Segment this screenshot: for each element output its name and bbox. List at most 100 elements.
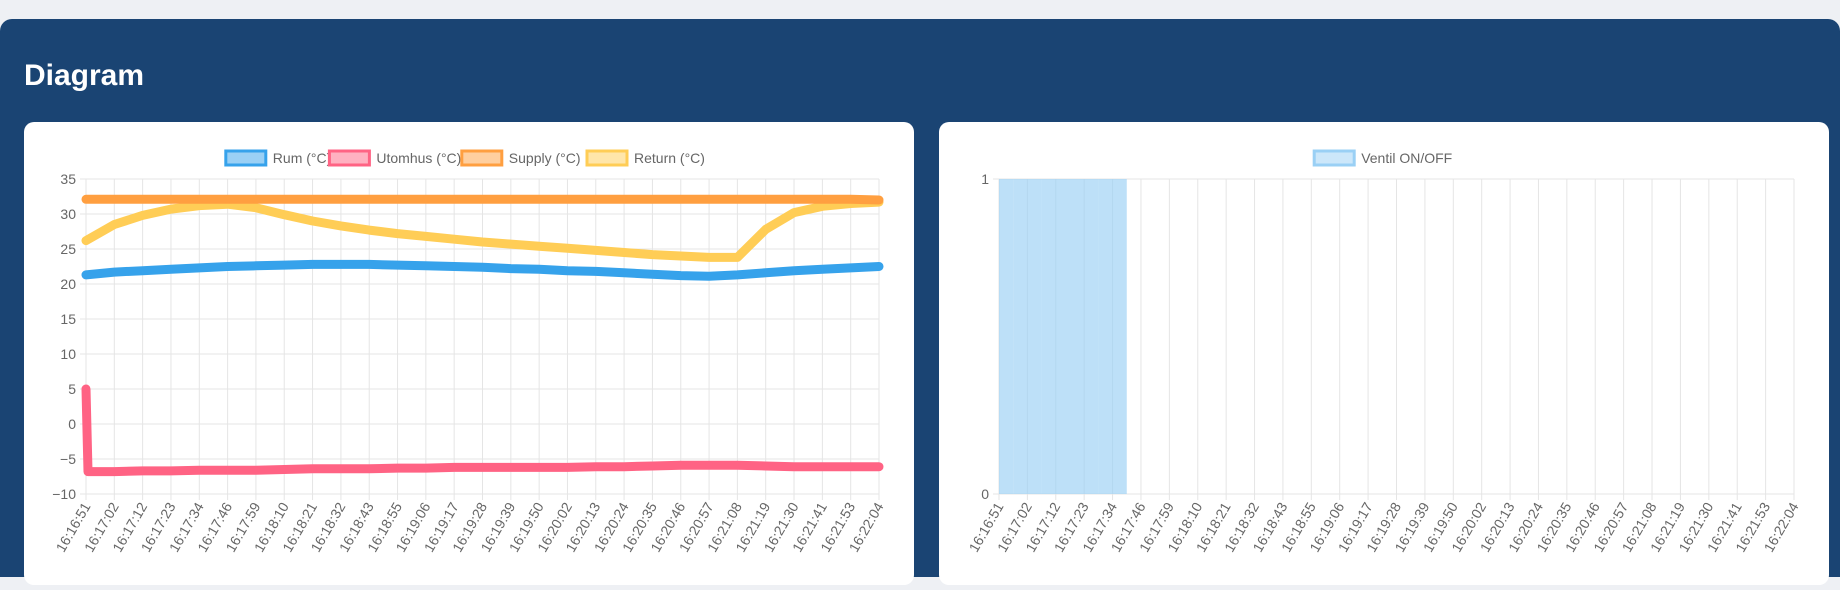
point-rum-c bbox=[875, 262, 883, 271]
y-tick-label: 15 bbox=[60, 311, 76, 327]
legend-label-ventil-on-off[interactable]: Ventil ON/OFF bbox=[1361, 150, 1452, 166]
point-rum-c bbox=[450, 262, 459, 271]
point-rum-c bbox=[733, 270, 742, 279]
point-rum-c bbox=[478, 263, 487, 272]
bar-ventil bbox=[1069, 179, 1099, 494]
point-utomhus-c bbox=[166, 466, 175, 475]
point-utomhus-c bbox=[365, 464, 374, 473]
legend-swatch-utomhus-c[interactable] bbox=[327, 149, 371, 167]
legend-label-utomhus-c[interactable]: Utomhus (°C) bbox=[376, 150, 461, 166]
point-utomhus-c bbox=[818, 462, 827, 471]
y-tick-label: 20 bbox=[60, 276, 76, 292]
point-rum-c bbox=[563, 266, 572, 275]
y-tick-label: −5 bbox=[60, 451, 76, 467]
temperature-chart-card: Rum (°C) Utomhus (°C) Supply (°C) Return (°… bbox=[24, 122, 914, 585]
point-supply-c bbox=[676, 195, 685, 204]
valve-chart-card: Ventil ON/OFF 1 0 16:16:51 16:17:02 16:17:12 1… bbox=[939, 122, 1829, 585]
point-utomhus-c bbox=[591, 462, 600, 471]
bar-ventil bbox=[1098, 179, 1127, 494]
bar-ventil bbox=[1041, 179, 1070, 494]
y-tick-label: 30 bbox=[60, 206, 76, 222]
point-rum-c bbox=[280, 261, 289, 270]
point-utomhus-c bbox=[421, 464, 430, 473]
point-utomhus-c bbox=[846, 462, 855, 471]
point-utomhus-c bbox=[478, 463, 487, 472]
panel-title: Diagram bbox=[24, 59, 145, 92]
point-return-c bbox=[620, 248, 629, 257]
diagram-panel: Diagram Rum (°C) Utomhus (°C) Supply (°C) R… bbox=[0, 19, 1840, 585]
y-tick-label: 35 bbox=[60, 171, 76, 187]
point-supply-c bbox=[506, 195, 515, 204]
point-utomhus-c bbox=[393, 464, 402, 473]
point-return-c bbox=[676, 252, 685, 260]
point-return-c bbox=[110, 220, 119, 229]
point-return-c bbox=[365, 226, 374, 235]
point-utomhus-c bbox=[506, 463, 515, 472]
point-utomhus-c bbox=[280, 465, 289, 474]
legend-label-supply-c[interactable]: Supply (°C) bbox=[509, 150, 581, 166]
point-utomhus-c bbox=[251, 466, 260, 475]
point-rum-c bbox=[676, 271, 685, 280]
point-supply-c bbox=[733, 195, 742, 204]
point-supply-c bbox=[166, 195, 175, 204]
point-utomhus-c bbox=[336, 464, 345, 473]
point-return-c bbox=[280, 210, 289, 219]
point-rum-c bbox=[648, 270, 657, 279]
point-utomhus-c bbox=[563, 463, 572, 472]
point-return-c bbox=[308, 217, 317, 225]
point-rum-c bbox=[846, 263, 855, 272]
point-rum-c bbox=[620, 268, 629, 277]
point-supply-c bbox=[365, 195, 374, 204]
point-return-c bbox=[421, 232, 430, 241]
point-supply-c bbox=[478, 195, 487, 204]
point-rum-c bbox=[336, 260, 345, 269]
legend-swatch-ventil-on-off[interactable] bbox=[1312, 149, 1356, 167]
point-rum-c bbox=[761, 268, 770, 277]
point-return-c bbox=[705, 253, 714, 262]
point-utomhus-c bbox=[875, 462, 883, 471]
point-utomhus-c bbox=[82, 385, 90, 393]
point-return-c bbox=[478, 238, 487, 246]
legend-label-return-c[interactable]: Return (°C) bbox=[634, 150, 705, 166]
legend-swatch-supply-c[interactable] bbox=[460, 149, 504, 167]
point-supply-c bbox=[280, 195, 289, 204]
point-supply-c bbox=[620, 195, 629, 204]
point-return-c bbox=[393, 229, 402, 238]
point-rum-c bbox=[308, 260, 317, 269]
legend-swatch-rum-c[interactable] bbox=[224, 149, 268, 167]
point-supply-c bbox=[336, 195, 345, 204]
point-supply-c bbox=[223, 195, 232, 204]
point-rum-c bbox=[393, 261, 402, 270]
point-supply-c bbox=[535, 195, 544, 204]
point-return-c bbox=[82, 236, 90, 245]
point-return-c bbox=[506, 240, 515, 249]
point-return-c bbox=[790, 208, 799, 217]
point-supply-c bbox=[875, 196, 883, 204]
point-supply-c bbox=[195, 195, 204, 204]
y-tick-label: 1 bbox=[981, 171, 989, 187]
point-supply-c bbox=[110, 195, 119, 204]
bar-ventil bbox=[1013, 179, 1042, 494]
y-tick-label: 25 bbox=[60, 241, 76, 257]
point-rum-c bbox=[790, 266, 799, 275]
point-rum-c bbox=[138, 266, 147, 275]
point-supply-c bbox=[846, 195, 855, 204]
point-supply-c bbox=[450, 195, 459, 204]
point-return-c bbox=[166, 205, 175, 214]
bar-ventil bbox=[999, 179, 1014, 494]
point-utomhus-c bbox=[761, 462, 770, 470]
point-rum-c bbox=[82, 270, 90, 279]
point-return-c bbox=[535, 242, 544, 251]
point-rum-c bbox=[705, 272, 714, 281]
point-rum-c bbox=[251, 261, 260, 270]
legend-label-rum-c[interactable]: Rum (°C) bbox=[273, 150, 331, 166]
point-rum-c bbox=[166, 265, 175, 274]
point-rum-c bbox=[535, 265, 544, 274]
point-return-c bbox=[761, 225, 770, 234]
point-utomhus-c bbox=[308, 464, 317, 473]
point-utomhus-c bbox=[138, 466, 147, 475]
point-supply-c bbox=[393, 195, 402, 204]
legend-swatch-return-c[interactable] bbox=[585, 149, 629, 167]
point-utomhus-c bbox=[450, 463, 459, 472]
y-tick-label: −10 bbox=[52, 486, 76, 502]
